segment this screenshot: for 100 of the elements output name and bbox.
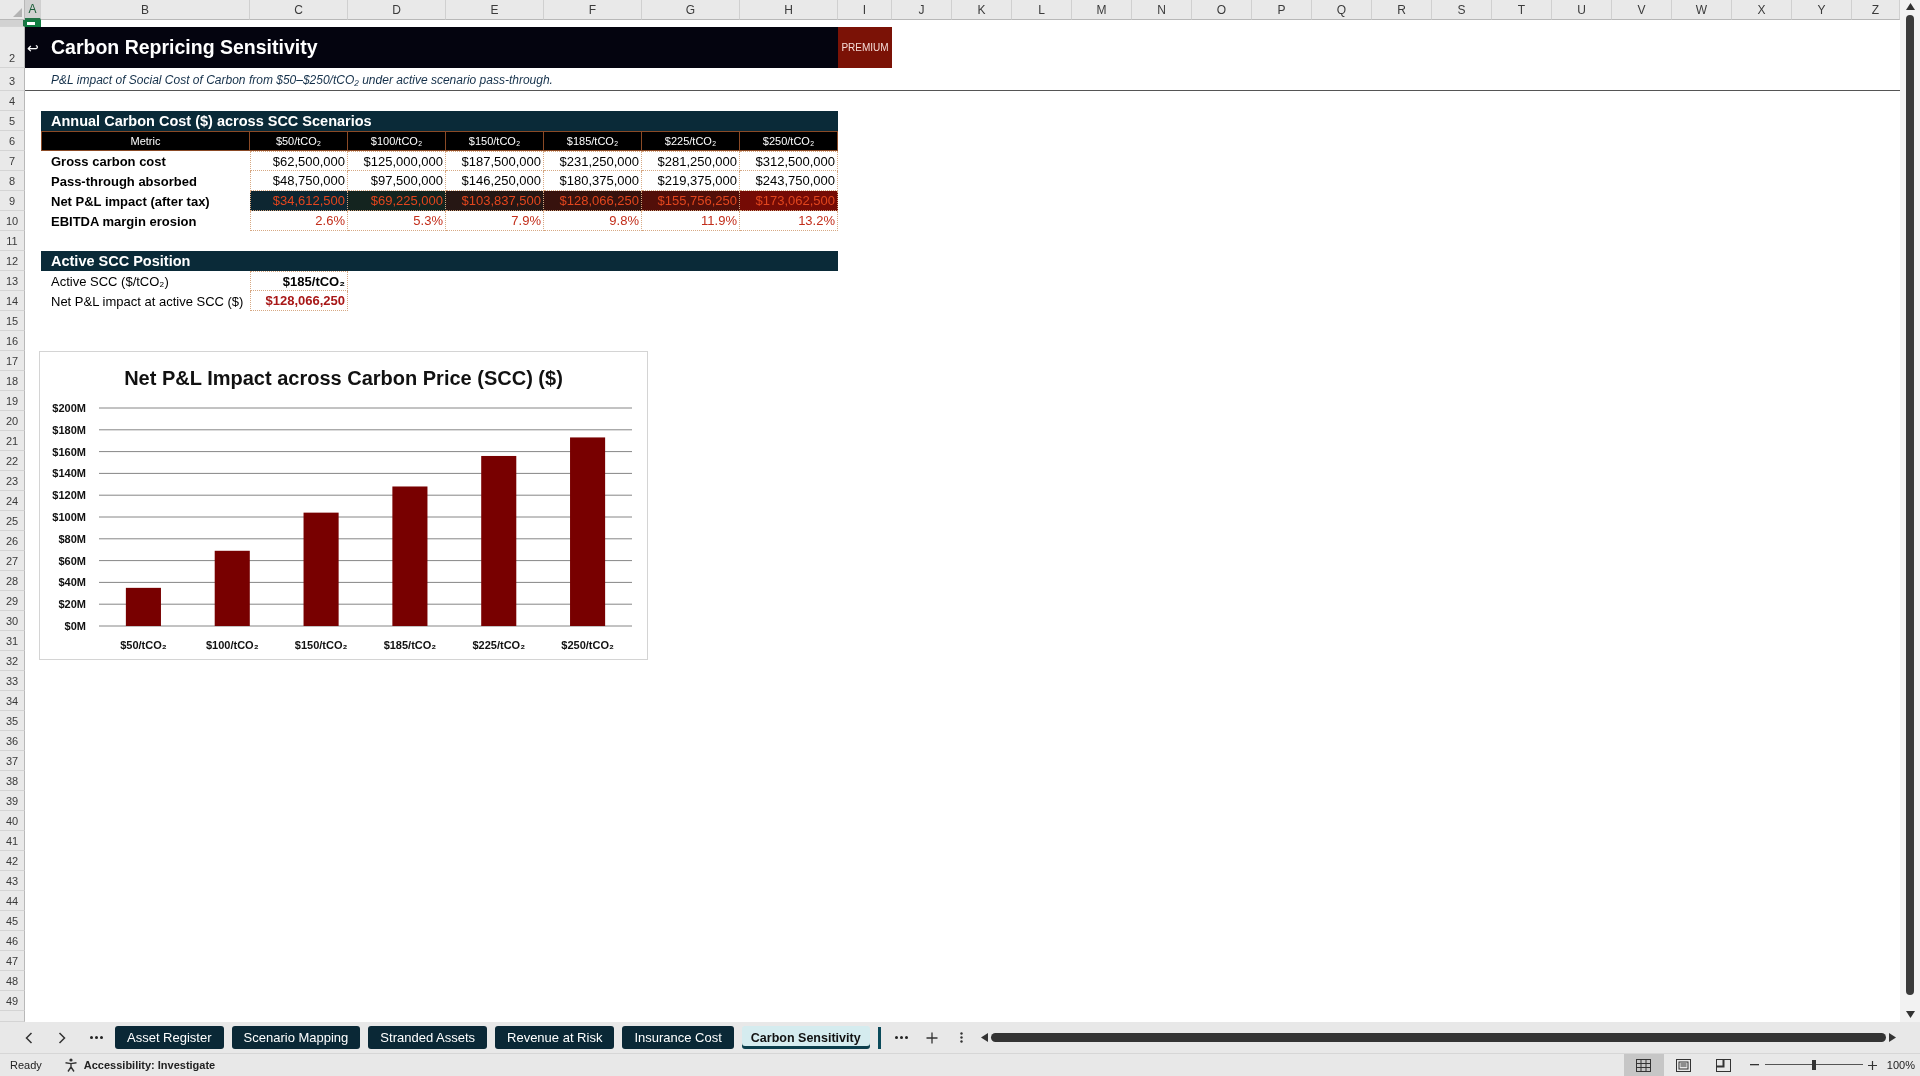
caret-right-icon[interactable] — [1889, 1033, 1896, 1042]
row-number[interactable]: 29 — [0, 591, 25, 611]
row-number[interactable]: 43 — [0, 871, 25, 891]
row-number[interactable]: 13 — [0, 271, 25, 291]
row-number[interactable]: 42 — [0, 851, 25, 871]
row-number[interactable]: 6 — [0, 131, 25, 151]
row-number[interactable]: 3 — [0, 68, 25, 91]
vertical-scrollbar[interactable] — [1900, 0, 1920, 1022]
row-header[interactable] — [0, 20, 25, 27]
column-header[interactable]: A — [25, 0, 41, 20]
row-number[interactable]: 41 — [0, 831, 25, 851]
row-number[interactable]: 4 — [0, 91, 25, 111]
sheet-tab[interactable]: Revenue at Risk — [495, 1026, 615, 1049]
row-number[interactable]: 2 — [0, 27, 25, 68]
row-number[interactable]: 32 — [0, 651, 25, 671]
row-number[interactable]: 22 — [0, 451, 25, 471]
row-number[interactable]: 8 — [0, 171, 25, 191]
column-header[interactable]: Q — [1312, 0, 1372, 20]
row-number[interactable]: 35 — [0, 711, 25, 731]
vertical-dots-icon[interactable] — [959, 1032, 963, 1043]
plus-icon[interactable] — [1867, 1060, 1877, 1070]
zoom-slider[interactable] — [1764, 1060, 1863, 1070]
row-number[interactable]: 44 — [0, 891, 25, 911]
row-number[interactable]: 28 — [0, 571, 25, 591]
scrollbar-thumb[interactable] — [990, 1033, 1886, 1042]
column-header[interactable]: P — [1252, 0, 1312, 20]
row-number[interactable]: 24 — [0, 491, 25, 511]
column-header[interactable]: B — [41, 0, 250, 20]
scrollbar-thumb[interactable] — [1906, 15, 1914, 995]
row-number[interactable]: 46 — [0, 931, 25, 951]
sheet-tab[interactable]: Insurance Cost — [622, 1026, 734, 1049]
row-number[interactable]: 9 — [0, 191, 25, 211]
row-number[interactable]: 27 — [0, 551, 25, 571]
row-number[interactable]: 14 — [0, 291, 25, 311]
column-header[interactable]: F — [544, 0, 642, 20]
chevron-right-icon[interactable] — [58, 1031, 66, 1044]
column-header[interactable]: C — [250, 0, 348, 20]
caret-up-icon[interactable] — [1905, 3, 1915, 10]
sheet-tab[interactable]: Asset Register — [115, 1026, 224, 1049]
row-number[interactable]: 31 — [0, 631, 25, 651]
plus-icon[interactable] — [925, 1031, 938, 1044]
row-number[interactable]: 40 — [0, 811, 25, 831]
row-number[interactable]: 12 — [0, 251, 25, 271]
row-number[interactable]: 34 — [0, 691, 25, 711]
row-number[interactable]: 47 — [0, 951, 25, 971]
column-header[interactable]: I — [838, 0, 892, 20]
column-header[interactable]: W — [1672, 0, 1732, 20]
column-header[interactable]: R — [1372, 0, 1432, 20]
column-header[interactable]: E — [446, 0, 544, 20]
row-number[interactable]: 39 — [0, 791, 25, 811]
row-number[interactable]: 5 — [0, 111, 25, 131]
row-number[interactable]: 18 — [0, 371, 25, 391]
row-number[interactable]: 16 — [0, 331, 25, 351]
more-icon[interactable] — [90, 1036, 103, 1039]
column-header[interactable]: D — [348, 0, 446, 20]
column-header[interactable]: O — [1192, 0, 1252, 20]
row-number[interactable]: 20 — [0, 411, 25, 431]
back-link[interactable]: ↩ — [25, 39, 41, 56]
row-number[interactable]: 36 — [0, 731, 25, 751]
column-header[interactable]: X — [1732, 0, 1792, 20]
caret-left-icon[interactable] — [980, 1033, 988, 1042]
chevron-left-icon[interactable] — [25, 1031, 33, 1044]
column-header[interactable]: V — [1612, 0, 1672, 20]
row-number[interactable]: 17 — [0, 351, 25, 371]
column-header[interactable]: K — [952, 0, 1012, 20]
column-header[interactable]: Y — [1792, 0, 1852, 20]
sheet-tab[interactable]: Scenario Mapping — [231, 1026, 361, 1049]
column-header[interactable]: J — [892, 0, 952, 20]
slider-thumb[interactable] — [1811, 1060, 1816, 1070]
row-number[interactable]: 33 — [0, 671, 25, 691]
row-number[interactable]: 10 — [0, 211, 25, 231]
column-header[interactable]: G — [642, 0, 740, 20]
zoom-level[interactable]: 100% — [1886, 1059, 1915, 1071]
row-number[interactable]: 45 — [0, 911, 25, 931]
accessibility-icon[interactable] — [63, 1058, 78, 1072]
column-header[interactable]: M — [1072, 0, 1132, 20]
row-number[interactable]: 25 — [0, 511, 25, 531]
column-header[interactable]: N — [1132, 0, 1192, 20]
column-header[interactable]: H — [740, 0, 838, 20]
row-number[interactable]: 15 — [0, 311, 25, 331]
row-number[interactable]: 7 — [0, 151, 25, 171]
more-icon[interactable] — [894, 1036, 908, 1039]
sheet-tab[interactable]: Carbon Sensitivity — [741, 1026, 870, 1049]
row-number[interactable]: 23 — [0, 471, 25, 491]
row-number[interactable]: 38 — [0, 771, 25, 791]
view-button[interactable] — [1623, 1054, 1664, 1076]
column-header[interactable]: L — [1012, 0, 1072, 20]
column-header[interactable]: Z — [1852, 0, 1900, 20]
column-header[interactable]: U — [1552, 0, 1612, 20]
accessibility-status[interactable]: Accessibility: Investigate — [83, 1059, 216, 1071]
row-number[interactable]: 11 — [0, 231, 25, 251]
row-number[interactable]: 21 — [0, 431, 25, 451]
column-header[interactable]: T — [1492, 0, 1552, 20]
row-number[interactable]: 49 — [0, 991, 25, 1011]
row-number[interactable]: 37 — [0, 751, 25, 771]
column-header[interactable]: S — [1432, 0, 1492, 20]
sheet-tab[interactable]: Stranded Assets — [368, 1026, 487, 1049]
minus-icon[interactable] — [1749, 1064, 1759, 1066]
row-number[interactable]: 48 — [0, 971, 25, 991]
row-number[interactable]: 19 — [0, 391, 25, 411]
